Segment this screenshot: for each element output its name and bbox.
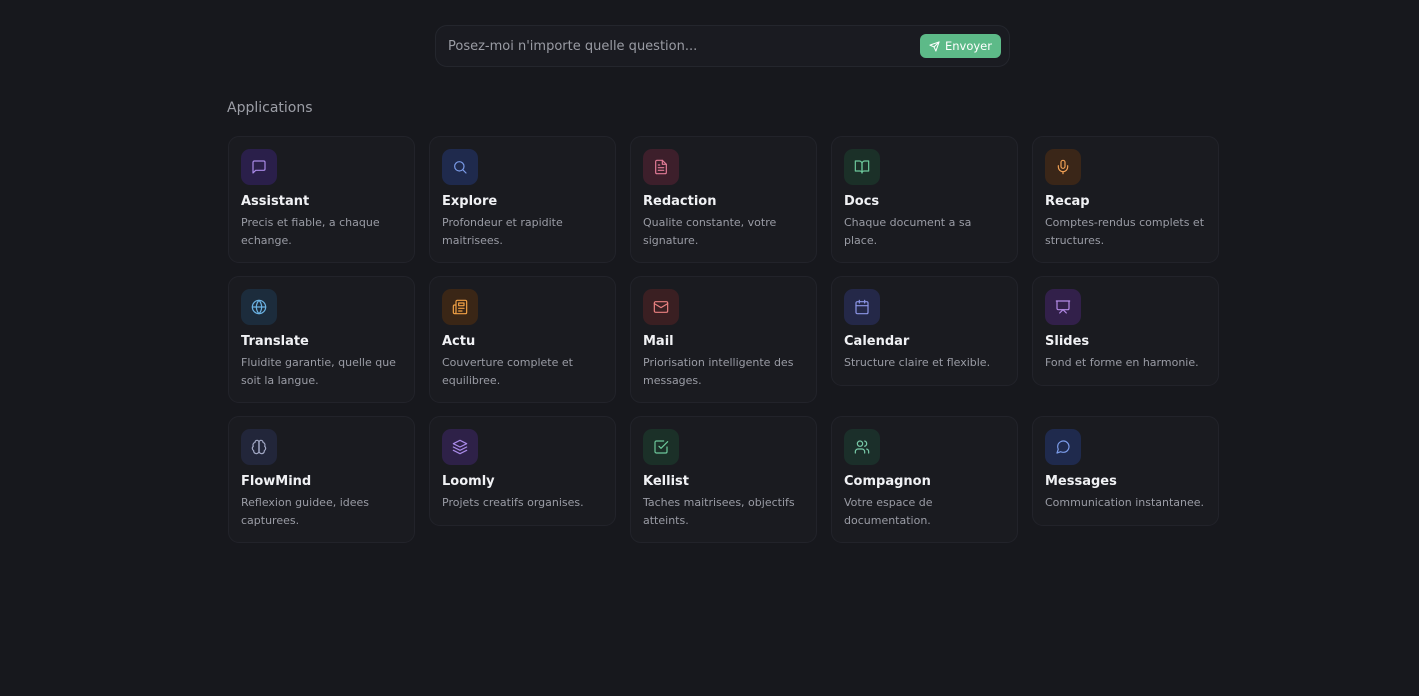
app-card-title: Mail (643, 334, 674, 349)
app-card-loomly[interactable]: Loomly Projets creatifs organises. (429, 416, 616, 526)
app-card-description: Taches maitrisees, objectifs atteints. (643, 496, 795, 527)
layers-icon (442, 429, 478, 465)
send-button-label: Envoyer (944, 39, 992, 53)
mic-icon (1045, 149, 1081, 185)
brain-icon (241, 429, 277, 465)
app-card-title: Loomly (442, 474, 495, 489)
app-card-title: Docs (844, 194, 880, 209)
app-card-description: Qualite constante, votre signature. (643, 216, 777, 247)
mail-icon (643, 289, 679, 325)
app-card-kellist[interactable]: Kellist Taches maitrisees, objectifs atte… (630, 416, 817, 543)
app-card-compagnon[interactable]: Compagnon Votre espace de documentation. (831, 416, 1018, 543)
message-square-icon (241, 149, 277, 185)
applications-grid: Assistant Precis et fiable, a chaque echa… (228, 136, 1219, 543)
app-card-title: Slides (1045, 334, 1090, 349)
app-card-description: Projets creatifs organises. (442, 496, 584, 509)
app-card-slides[interactable]: Slides Fond et forme en harmonie. (1032, 276, 1219, 386)
app-card-description: Comptes-rendus complets et structures. (1045, 216, 1205, 247)
calendar-icon (844, 289, 880, 325)
app-card-description: Chaque document a sa place. (844, 216, 972, 247)
app-card-title: Explore (442, 194, 498, 209)
app-card-description: Precis et fiable, a chaque echange. (241, 216, 380, 247)
app-card-title: FlowMind (241, 474, 312, 489)
app-card-description: Couverture complete et equilibree. (442, 356, 573, 387)
file-text-icon (643, 149, 679, 185)
app-card-explore[interactable]: Explore Profondeur et rapidite maitrisees… (429, 136, 616, 263)
app-card-calendar[interactable]: Calendar Structure claire et flexible. (831, 276, 1018, 386)
app-card-assistant[interactable]: Assistant Precis et fiable, a chaque echa… (228, 136, 415, 263)
app-card-docs[interactable]: Docs Chaque document a sa place. (831, 136, 1018, 263)
search-input[interactable] (448, 26, 908, 66)
check-square-icon (643, 429, 679, 465)
presentation-icon (1045, 289, 1081, 325)
app-card-messages[interactable]: Messages Communication instantanee. (1032, 416, 1219, 526)
app-card-description: Structure claire et flexible. (844, 356, 991, 369)
app-card-title: Calendar (844, 334, 910, 349)
app-card-redaction[interactable]: Redaction Qualite constante, votre signat… (630, 136, 817, 263)
search-icon (442, 149, 478, 185)
app-card-flowmind[interactable]: FlowMind Reflexion guidee, idees capturee… (228, 416, 415, 543)
app-card-description: Fluidite garantie, quelle que soit la la… (241, 356, 396, 387)
search-bar: Envoyer (435, 25, 1010, 67)
send-icon (929, 40, 940, 52)
app-card-recap[interactable]: Recap Comptes-rendus complets et structur… (1032, 136, 1219, 263)
book-open-icon (844, 149, 880, 185)
app-card-description: Votre espace de documentation. (844, 496, 933, 527)
app-card-mail[interactable]: Mail Priorisation intelligente des messag… (630, 276, 817, 403)
app-card-title: Compagnon (844, 474, 931, 489)
app-card-description: Reflexion guidee, idees capturees. (241, 496, 370, 527)
app-card-title: Assistant (241, 194, 310, 209)
globe-icon (241, 289, 277, 325)
newspaper-icon (442, 289, 478, 325)
app-card-translate[interactable]: Translate Fluidite garantie, quelle que s… (228, 276, 415, 403)
send-button[interactable]: Envoyer (919, 34, 1001, 58)
app-card-description: Communication instantanee. (1045, 496, 1205, 509)
app-card-description: Fond et forme en harmonie. (1045, 356, 1199, 369)
app-card-description: Priorisation intelligente des messages. (643, 356, 794, 387)
app-card-actu[interactable]: Actu Couverture complete et equilibree. (429, 276, 616, 403)
section-title: Applications (227, 100, 313, 116)
app-card-title: Actu (442, 334, 476, 349)
app-card-title: Redaction (643, 194, 717, 209)
app-card-title: Messages (1045, 474, 1117, 489)
app-card-title: Recap (1045, 194, 1090, 209)
app-card-description: Profondeur et rapidite maitrisees. (442, 216, 563, 247)
app-card-title: Translate (241, 334, 309, 349)
users-icon (844, 429, 880, 465)
app-card-title: Kellist (643, 474, 689, 489)
message-circle-icon (1045, 429, 1081, 465)
